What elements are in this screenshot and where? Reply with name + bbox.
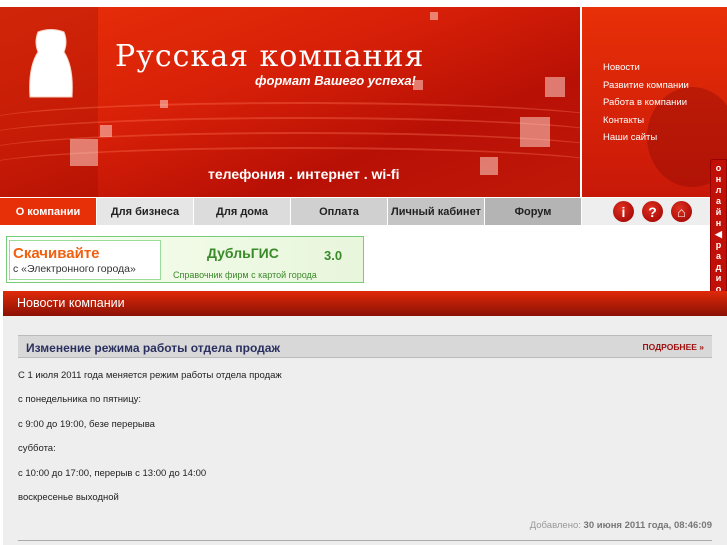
- speaker-icon: ◀: [715, 229, 722, 239]
- slogan: формат Вашего успеха!: [255, 73, 416, 88]
- added-date: Добавлено: 30 июня 2011 года, 08:46:09: [530, 520, 712, 531]
- services-tagline: телефония . интернет . wi-fi: [208, 166, 400, 182]
- radio-label-online: онлайн: [715, 163, 722, 228]
- link-contacts[interactable]: Контакты: [603, 115, 644, 126]
- news-content: Изменение режима работы отдела продаж ПО…: [3, 316, 727, 545]
- news-title[interactable]: Изменение режима работы отдела продаж: [26, 341, 280, 355]
- news-line: суббота:: [18, 443, 56, 454]
- news-title-bar: Изменение режима работы отдела продаж ПО…: [18, 335, 712, 358]
- polar-bear-logo: [29, 29, 73, 98]
- nav-account[interactable]: Личный кабинет: [388, 198, 485, 225]
- online-radio-tab[interactable]: онлайн ◀ радио: [710, 159, 727, 298]
- nav-forum[interactable]: Форум: [485, 198, 582, 225]
- nav-home[interactable]: Для дома: [194, 198, 291, 225]
- nav-about[interactable]: О компании: [0, 198, 97, 225]
- news-line: с 10:00 до 17:00, перерыв с 13:00 до 14:…: [18, 468, 207, 479]
- ad-brand: ДубльГИС: [207, 245, 279, 261]
- nav-business[interactable]: Для бизнеса: [97, 198, 194, 225]
- home-icon[interactable]: ⌂: [671, 201, 692, 222]
- ad-headline: Скачивайте: [13, 245, 100, 262]
- company-name: Русская компания: [115, 39, 425, 74]
- top-links-panel: Новости Развитие компании Работа в компа…: [582, 7, 727, 197]
- ad-caption: Справочник фирм с картой города: [173, 270, 317, 280]
- news-line: С 1 июля 2011 года меняется режим работы…: [18, 370, 282, 381]
- added-value: 30 июня 2011 года, 08:46:09: [583, 520, 712, 531]
- link-careers[interactable]: Работа в компании: [603, 97, 687, 108]
- radio-label-radio: радио: [715, 240, 722, 294]
- section-title: Новости компании: [3, 291, 727, 316]
- header-banner: Русская компания формат Вашего успеха! т…: [0, 7, 580, 197]
- info-icon[interactable]: i: [613, 201, 634, 222]
- ad-version: 3.0: [324, 248, 343, 263]
- dublgis-ad-banner[interactable]: Скачивайте с «Электронного города» Дубль…: [6, 236, 364, 283]
- nav-payment[interactable]: Оплата: [291, 198, 388, 225]
- link-news[interactable]: Новости: [603, 62, 640, 73]
- divider: [18, 540, 712, 541]
- news-line: с понедельника по пятницу:: [18, 394, 142, 405]
- main-nav: О компании Для бизнеса Для дома Оплата Л…: [0, 198, 710, 225]
- link-development[interactable]: Развитие компании: [603, 80, 689, 91]
- link-our-sites[interactable]: Наши сайты: [603, 132, 657, 143]
- more-link[interactable]: ПОДРОБНЕЕ »: [642, 342, 704, 352]
- news-line: воскресенье выходной: [18, 492, 119, 503]
- ad-subline: с «Электронного города»: [13, 263, 136, 275]
- added-label: Добавлено:: [529, 520, 581, 531]
- help-icon[interactable]: ?: [642, 201, 663, 222]
- news-line: с 9:00 до 19:00, безе перерыва: [18, 419, 155, 430]
